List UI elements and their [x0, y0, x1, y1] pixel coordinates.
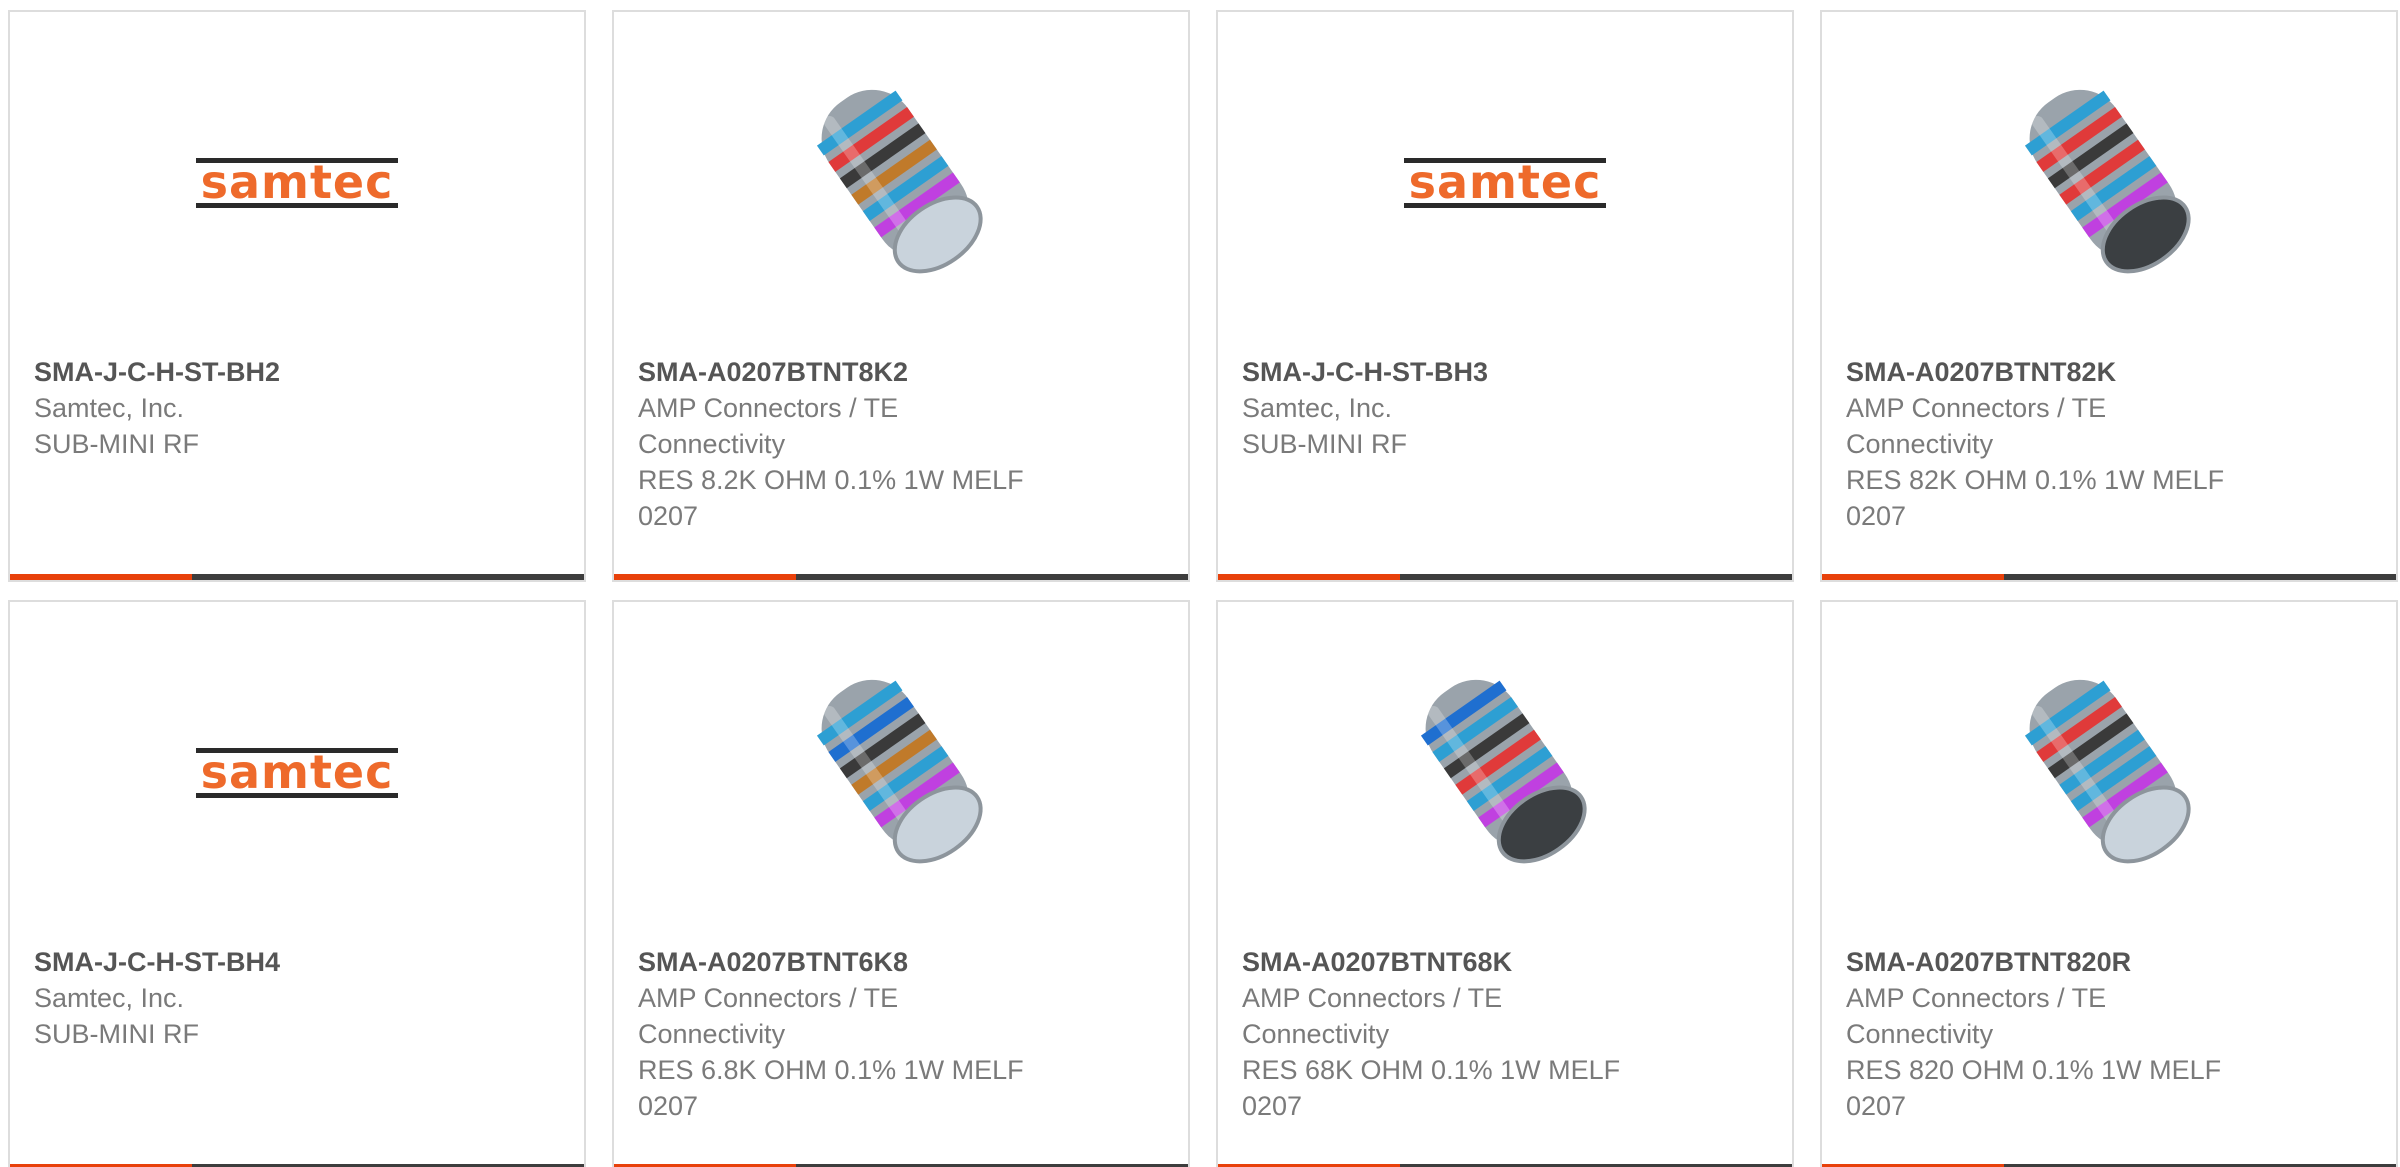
manufacturer-name: Connectivity: [638, 429, 786, 459]
product-info: SMA-J-C-H-ST-BH3 Samtec, Inc. SUB-MINI RF: [1242, 354, 1682, 462]
product-card[interactable]: SMA-A0207BTNT6K8 AMP Connectors / TE Conne…: [612, 600, 1190, 1167]
resistor-image: [816, 89, 983, 274]
product-card[interactable]: SMA-A0207BTNT68K AMP Connectors / TE Conne…: [1216, 600, 1794, 1167]
product-image[interactable]: [1218, 662, 1792, 882]
product-info: SMA-A0207BTNT8K2 AMP Connectors / TE Conne…: [638, 354, 1078, 534]
part-number[interactable]: SMA-A0207BTNT820R: [1846, 944, 2286, 980]
manufacturer-name: Connectivity: [638, 1019, 786, 1049]
product-image[interactable]: samtec: [10, 662, 584, 882]
product-description: RES 8.2K OHM 0.1% 1W MELF: [638, 465, 1024, 495]
product-image[interactable]: [1822, 662, 2396, 882]
samtec-logo: samtec: [196, 744, 398, 800]
product-info: SMA-A0207BTNT6K8 AMP Connectors / TE Conne…: [638, 944, 1078, 1124]
product-grid: samtec SMA-J-C-H-ST-BH2 Samtec, Inc. SUB-MI…: [0, 0, 2400, 1167]
product-image[interactable]: [1822, 72, 2396, 292]
product-description: RES 6.8K OHM 0.1% 1W MELF: [638, 1055, 1024, 1085]
product-description: 0207: [1846, 1091, 1907, 1121]
product-card[interactable]: samtec SMA-J-C-H-ST-BH3 Samtec, Inc. SUB-MI…: [1216, 10, 1794, 582]
manufacturer-name: AMP Connectors / TE: [1846, 393, 2107, 423]
part-number[interactable]: SMA-A0207BTNT68K: [1242, 944, 1682, 980]
part-number[interactable]: SMA-J-C-H-ST-BH4: [34, 944, 474, 980]
product-description: 0207: [638, 501, 699, 531]
samtec-logo: samtec: [196, 154, 398, 210]
part-number[interactable]: SMA-J-C-H-ST-BH2: [34, 354, 474, 390]
card-accent-bar: [1218, 574, 1792, 580]
product-info: SMA-A0207BTNT820R AMP Connectors / TE Conn…: [1846, 944, 2286, 1124]
manufacturer-name: Samtec, Inc.: [1242, 393, 1393, 423]
product-info: SMA-J-C-H-ST-BH2 Samtec, Inc. SUB-MINI RF: [34, 354, 474, 462]
samtec-logo: samtec: [1404, 154, 1606, 210]
product-image[interactable]: samtec: [10, 72, 584, 292]
manufacturer-name: Connectivity: [1846, 1019, 1994, 1049]
product-description: SUB-MINI RF: [34, 429, 199, 459]
product-description: SUB-MINI RF: [34, 1019, 199, 1049]
resistor-image: [1420, 679, 1587, 864]
product-description: RES 82K OHM 0.1% 1W MELF: [1846, 465, 2225, 495]
product-image[interactable]: samtec: [1218, 72, 1792, 292]
card-accent-bar: [614, 574, 1188, 580]
product-description: 0207: [1846, 501, 1907, 531]
product-description: 0207: [1242, 1091, 1303, 1121]
manufacturer-name: AMP Connectors / TE: [638, 393, 899, 423]
manufacturer-name: Samtec, Inc.: [34, 393, 185, 423]
manufacturer-name: Connectivity: [1846, 429, 1994, 459]
product-image[interactable]: [614, 662, 1188, 882]
card-accent-bar: [10, 574, 584, 580]
product-card[interactable]: SMA-A0207BTNT8K2 AMP Connectors / TE Conne…: [612, 10, 1190, 582]
part-number[interactable]: SMA-A0207BTNT82K: [1846, 354, 2286, 390]
product-card[interactable]: samtec SMA-J-C-H-ST-BH2 Samtec, Inc. SUB-MI…: [8, 10, 586, 582]
product-card[interactable]: SMA-A0207BTNT820R AMP Connectors / TE Conn…: [1820, 600, 2398, 1167]
manufacturer-name: AMP Connectors / TE: [1242, 983, 1503, 1013]
resistor-image: [816, 679, 983, 864]
manufacturer-name: AMP Connectors / TE: [638, 983, 899, 1013]
product-description: RES 68K OHM 0.1% 1W MELF: [1242, 1055, 1621, 1085]
part-number[interactable]: SMA-A0207BTNT6K8: [638, 944, 1078, 980]
manufacturer-name: AMP Connectors / TE: [1846, 983, 2107, 1013]
manufacturer-name: Connectivity: [1242, 1019, 1390, 1049]
product-info: SMA-J-C-H-ST-BH4 Samtec, Inc. SUB-MINI RF: [34, 944, 474, 1052]
product-info: SMA-A0207BTNT68K AMP Connectors / TE Conne…: [1242, 944, 1682, 1124]
resistor-image: [2024, 679, 2191, 864]
card-accent-bar: [1822, 574, 2396, 580]
product-description: RES 820 OHM 0.1% 1W MELF: [1846, 1055, 2222, 1085]
part-number[interactable]: SMA-J-C-H-ST-BH3: [1242, 354, 1682, 390]
product-image[interactable]: [614, 72, 1188, 292]
product-description: SUB-MINI RF: [1242, 429, 1407, 459]
part-number[interactable]: SMA-A0207BTNT8K2: [638, 354, 1078, 390]
product-description: 0207: [638, 1091, 699, 1121]
product-card[interactable]: SMA-A0207BTNT82K AMP Connectors / TE Conne…: [1820, 10, 2398, 582]
product-info: SMA-A0207BTNT82K AMP Connectors / TE Conne…: [1846, 354, 2286, 534]
product-card[interactable]: samtec SMA-J-C-H-ST-BH4 Samtec, Inc. SUB-MI…: [8, 600, 586, 1167]
manufacturer-name: Samtec, Inc.: [34, 983, 185, 1013]
resistor-image: [2024, 89, 2191, 274]
